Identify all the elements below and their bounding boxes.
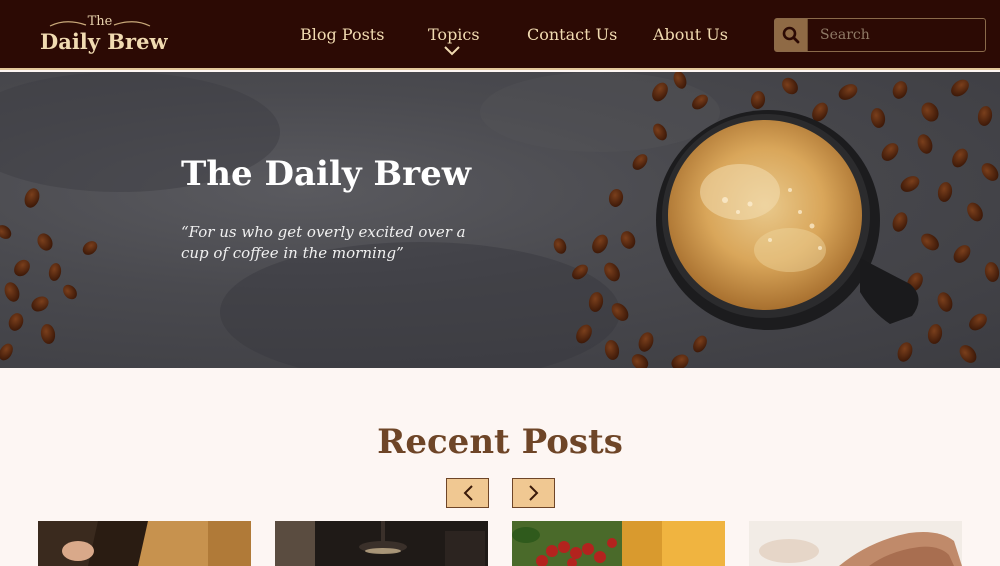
barista-photo bbox=[38, 521, 251, 566]
hero-title: The Daily Brew bbox=[181, 154, 471, 194]
carousel-next-button[interactable] bbox=[512, 478, 555, 508]
post-card-image[interactable] bbox=[275, 521, 488, 566]
logo-small-text: The bbox=[87, 14, 113, 29]
search-input[interactable] bbox=[809, 19, 985, 51]
nav-about-us[interactable]: About Us bbox=[653, 25, 728, 44]
hero-quote: “For us who get overly excited over a cu… bbox=[181, 223, 466, 262]
hands-photo bbox=[749, 521, 962, 566]
nav-contact-us[interactable]: Contact Us bbox=[527, 25, 617, 44]
hero-banner: The Daily Brew “For us who get overly ex… bbox=[0, 72, 1000, 368]
recent-posts-title: Recent Posts bbox=[377, 422, 623, 462]
post-card-image[interactable] bbox=[512, 521, 725, 566]
carousel-prev-button[interactable] bbox=[446, 478, 489, 508]
coffee-cherries-photo bbox=[512, 521, 725, 566]
site-logo[interactable]: The Daily Brew bbox=[40, 12, 168, 58]
search-bar bbox=[774, 18, 986, 52]
site-header: The Daily Brew Blog Posts Topics Contact… bbox=[0, 0, 1000, 70]
search-button[interactable] bbox=[775, 19, 808, 51]
logo-main-text: Daily Brew bbox=[40, 29, 168, 54]
post-card-image[interactable] bbox=[38, 521, 251, 566]
chevron-left-icon bbox=[463, 485, 473, 501]
chevron-down-icon[interactable] bbox=[444, 46, 460, 56]
nav-blog-posts[interactable]: Blog Posts bbox=[300, 25, 384, 44]
nav-topics[interactable]: Topics bbox=[428, 25, 480, 44]
post-card-image[interactable] bbox=[749, 521, 962, 566]
chevron-right-icon bbox=[528, 485, 538, 501]
search-icon bbox=[782, 26, 800, 44]
cafe-interior-photo bbox=[275, 521, 488, 566]
coffee-hero-image bbox=[0, 72, 1000, 368]
